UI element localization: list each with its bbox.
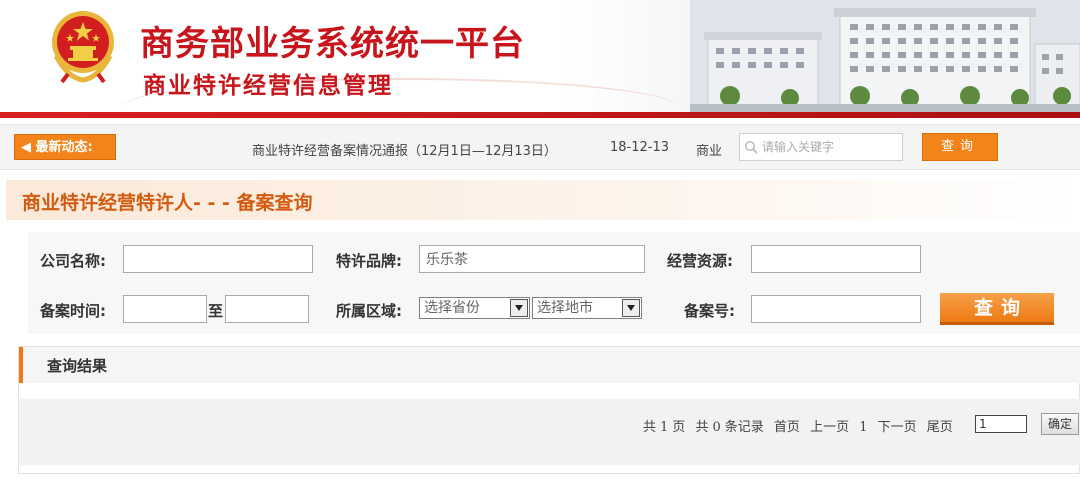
news-search-button[interactable]: 查询 [922,133,998,161]
government-building-image [690,0,1080,116]
results-header: 查询结果 [19,347,1080,383]
current-page-number: 1 [859,420,868,435]
search-icon [744,140,758,154]
system-subtitle: 商业特许经营信息管理 [143,73,393,99]
national-emblem-icon [52,11,114,84]
news-date: 18-12-13 [610,140,670,155]
city-select[interactable]: 选择地市 [532,297,642,319]
section-title-bar: 商业特许经营特许人- - - 备案查询 [6,180,1080,220]
results-body: 共1页 共 0 条记录 首页 上一页 1 下一页 尾页 1 确定 [19,399,1080,465]
company-name-label: 公司名称: [40,252,106,270]
query-button[interactable]: 查询 [940,293,1054,325]
news-headline-link[interactable]: 商业特许经营备案情况通报（12月1日—12月13日） [252,140,557,159]
header-red-bar [0,112,1080,118]
page-number-input[interactable]: 1 [975,415,1027,433]
total-pages-suffix: 页 [672,420,686,435]
total-pages-text: 共1页 [643,420,685,435]
province-select[interactable]: 选择省份 [419,297,530,319]
brand-label: 特许品牌: [336,252,402,270]
page-title: 商业特许经营特许人- - - 备案查询 [22,192,313,214]
pagination: 共1页 共 0 条记录 首页 上一页 1 下一页 尾页 [643,416,959,435]
next-news-link[interactable]: 商业 [696,140,722,159]
total-records-text: 共 0 条记录 [695,420,763,435]
results-title: 查询结果 [47,357,108,375]
record-date-from-field[interactable] [123,295,207,323]
platform-title: 商务部业务系统统一平台 [140,24,525,64]
business-resource-label: 经营资源: [667,252,733,270]
date-range-separator: 至 [208,302,224,320]
business-resource-field[interactable] [751,245,921,273]
total-records-value: 0 [712,420,721,435]
region-label: 所属区域: [336,302,402,320]
record-number-field[interactable] [751,295,921,323]
next-page-link[interactable]: 下一页 [878,420,917,435]
first-page-link[interactable]: 首页 [774,420,800,435]
brand-field[interactable]: 乐乐茶 [419,245,645,273]
chevron-down-icon [622,299,640,317]
total-records-suffix: 条记录 [724,420,764,435]
site-header: 商务部业务系统统一平台 商业特许经营信息管理 [0,0,1080,116]
total-records-prefix: 共 [695,420,709,435]
record-date-to-field[interactable] [225,295,309,323]
record-number-label: 备案号: [684,302,735,320]
latest-news-label: 最新动态: [35,140,93,155]
prev-page-link[interactable]: 上一页 [810,420,849,435]
total-pages-prefix: 共 [643,420,657,435]
keyword-search-box [739,133,903,161]
province-selected-value: 选择省份 [424,300,480,316]
page-confirm-button[interactable]: 确定 [1041,413,1079,435]
speaker-icon: ◀ [21,140,31,155]
keyword-search-input[interactable] [762,136,900,158]
record-date-label: 备案时间: [40,302,106,320]
chevron-down-icon [510,299,528,317]
results-panel: 查询结果 共1页 共 0 条记录 首页 上一页 1 下一页 尾页 1 确定 [18,346,1080,474]
company-name-field[interactable] [123,245,313,273]
news-bar: ◀ 最新动态: 商业特许经营备案情况通报（12月1日—12月13日） 18-12… [0,124,1080,170]
city-selected-value: 选择地市 [537,300,593,316]
total-pages-value: 1 [660,420,669,435]
latest-news-badge: ◀ 最新动态: [14,134,116,160]
last-page-link[interactable]: 尾页 [927,420,953,435]
